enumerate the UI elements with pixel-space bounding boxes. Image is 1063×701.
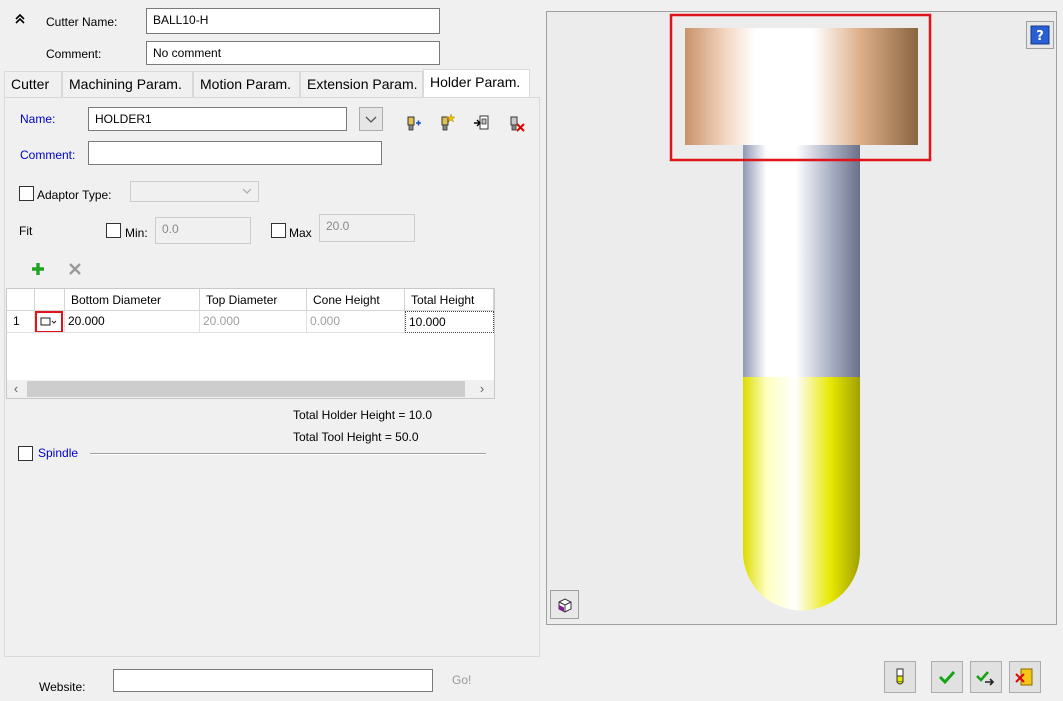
fit-min-checkbox[interactable] (106, 223, 121, 238)
shank (743, 144, 860, 378)
exit-door-icon (1015, 668, 1033, 686)
adaptor-type-checkbox[interactable] (19, 186, 34, 201)
tool-test-button[interactable] (884, 661, 916, 693)
grid-horizontal-scrollbar[interactable]: ‹ › (7, 380, 494, 398)
tab-holder-param[interactable]: Holder Param. (423, 69, 530, 98)
holder-body (685, 28, 918, 145)
holder-name-label: Name: (20, 112, 56, 126)
collapse-icon[interactable] (13, 12, 27, 26)
tool-preview-graphic (669, 13, 932, 611)
apply-button[interactable] (970, 661, 1002, 693)
help-button[interactable]: ? (1026, 21, 1054, 49)
grid-cell-total-height[interactable]: 10.000 (405, 311, 494, 333)
fit-min-label: Min: (125, 226, 148, 240)
grid-corner-header (7, 289, 35, 311)
ok-button[interactable] (931, 661, 963, 693)
adaptor-chevron-down-icon (240, 184, 254, 198)
grid-header-total-height[interactable]: Total Height (405, 289, 494, 311)
comment-input[interactable]: No comment (146, 41, 440, 65)
grid-cell-top-diameter[interactable]: 20.000 (200, 311, 307, 333)
holder-new-icon[interactable] (437, 112, 457, 132)
rectangle-shape-icon (40, 317, 57, 326)
website-input[interactable] (113, 669, 433, 692)
fit-min-input[interactable]: 0.0 (155, 217, 251, 244)
add-row-plus-icon[interactable] (29, 260, 49, 280)
fit-label: Fit (19, 224, 33, 238)
chevron-down-icon (365, 116, 377, 123)
comment-label: Comment: (46, 47, 102, 61)
tab-extension-param[interactable]: Extension Param. (300, 71, 423, 97)
segment-type-dropdown[interactable] (35, 311, 63, 332)
cutter-name-label: Cutter Name: (46, 15, 118, 29)
holder-name-input[interactable]: HOLDER1 (88, 107, 347, 131)
cutter-name-input[interactable]: BALL10-H (146, 8, 440, 34)
scroll-thumb[interactable] (27, 381, 465, 397)
3d-cube-icon (558, 597, 571, 613)
holder-add-icon[interactable] (403, 113, 423, 133)
holder-import-icon[interactable] (472, 113, 492, 133)
fit-max-checkbox[interactable] (271, 223, 286, 238)
grid-row-type-cell[interactable] (35, 311, 65, 333)
spindle-label: Spindle (38, 446, 79, 460)
3d-view-button[interactable] (550, 590, 579, 619)
cancel-button[interactable] (1009, 661, 1041, 693)
scroll-right-icon[interactable]: › (473, 380, 491, 398)
svg-text:?: ? (1036, 29, 1044, 44)
tool-preview-viewport[interactable] (546, 11, 1057, 625)
grid-header-cone-height[interactable]: Cone Height (307, 289, 405, 311)
ball-cutter (743, 377, 860, 611)
holder-delete-icon[interactable] (506, 113, 526, 133)
remove-row-x-icon[interactable] (66, 260, 86, 280)
grid-header-top-diameter[interactable]: Top Diameter (200, 289, 307, 311)
help-icon: ? (1030, 25, 1050, 45)
holder-comment-label: Comment: (20, 148, 76, 162)
total-tool-height: Total Tool Height = 50.0 (293, 430, 419, 444)
spindle-checkbox[interactable] (18, 446, 33, 461)
go-link[interactable]: Go! (452, 672, 471, 688)
grid-cell-bottom-diameter[interactable]: 20.000 (65, 311, 200, 333)
fit-max-input[interactable]: 20.0 (319, 214, 415, 242)
check-next-icon (976, 671, 995, 686)
grid-cell-cone-height[interactable]: 0.000 (307, 311, 405, 333)
tab-cutter[interactable]: Cutter (4, 71, 62, 97)
holder-segments-grid: Bottom Diameter Top Diameter Cone Height… (6, 288, 495, 399)
spindle-separator (90, 453, 486, 455)
grid-header-bottom-diameter[interactable]: Bottom Diameter (65, 289, 200, 311)
tab-motion-param[interactable]: Motion Param. (193, 71, 300, 97)
cutter-icon (896, 668, 904, 685)
holder-name-dropdown-button[interactable] (359, 107, 383, 131)
scroll-left-icon[interactable]: ‹ (7, 380, 25, 398)
checkmark-icon (938, 670, 956, 685)
fit-max-label: Max (289, 226, 312, 240)
total-holder-height: Total Holder Height = 10.0 (293, 408, 433, 422)
adaptor-type-label: Adaptor Type: (37, 188, 112, 202)
grid-type-header (35, 289, 65, 311)
grid-row-index: 1 (7, 311, 35, 333)
tab-machining-param[interactable]: Machining Param. (62, 71, 193, 97)
holder-comment-input[interactable] (88, 141, 382, 165)
website-label: Website: (39, 680, 86, 694)
